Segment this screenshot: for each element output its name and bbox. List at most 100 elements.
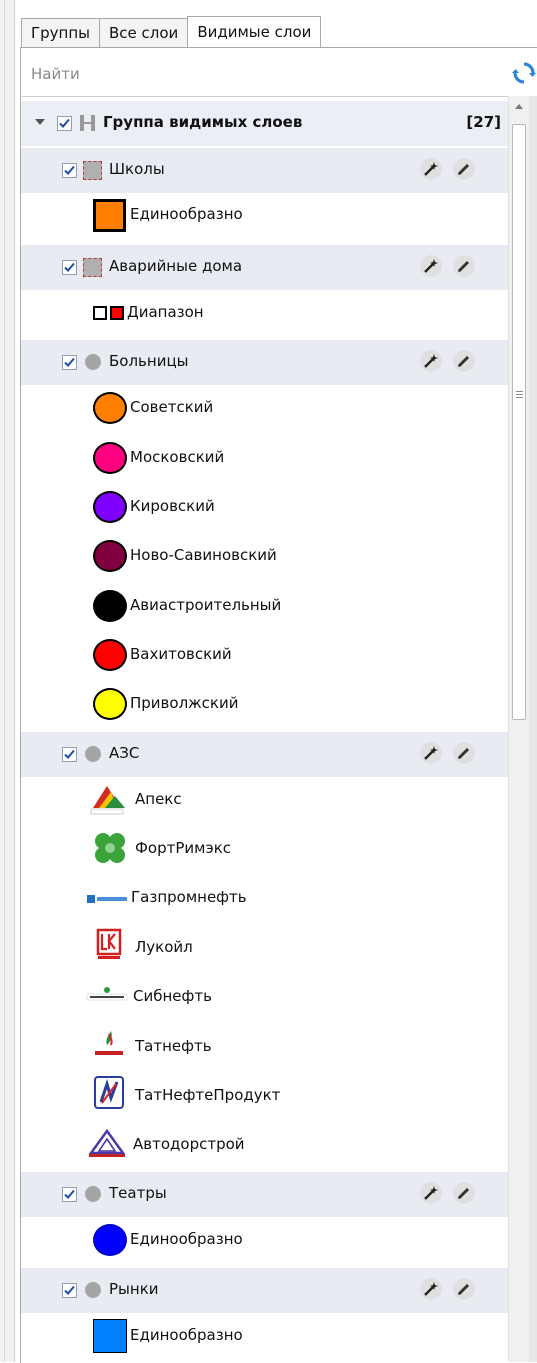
layer-tree: Группа видимых слоев [27] Школы Единообр… — [20, 96, 537, 1363]
legend-item: Апекс — [21, 778, 509, 823]
legend-item: ФортРимэкс — [21, 827, 509, 872]
scroll-up-arrow-icon[interactable] — [515, 104, 523, 109]
apex-logo-icon — [90, 786, 125, 815]
group-label: Группа видимых слоев — [103, 113, 303, 131]
pencil-icon — [457, 747, 470, 760]
legend-item: Единообразно — [21, 193, 509, 238]
legend-item: ТатНефтеПродукт — [21, 1074, 509, 1119]
legend-label: Ново-Савиновский — [130, 546, 277, 564]
legend-swatch — [93, 688, 127, 720]
layer-style-button[interactable] — [420, 1278, 442, 1300]
layer-count: [27] — [466, 113, 501, 131]
legend-item: Лукойл — [21, 926, 509, 971]
refresh-icon[interactable] — [512, 61, 536, 85]
legend-swatch — [93, 590, 127, 622]
layer-row-schools[interactable]: Школы — [21, 148, 509, 193]
legend-swatch — [93, 392, 127, 424]
legend-label: Диапазон — [127, 303, 204, 321]
left-edge — [0, 0, 15, 1362]
group-checkbox[interactable] — [57, 116, 72, 131]
legend-item: Газпромнефть — [21, 876, 509, 921]
wand-icon — [424, 259, 438, 273]
legend-item: Вахитовский — [21, 633, 509, 678]
scroll-thumb[interactable] — [512, 124, 526, 720]
layer-edit-button[interactable] — [453, 742, 475, 764]
legend-label: Единообразно — [130, 1230, 243, 1248]
vertical-scrollbar[interactable] — [508, 96, 530, 1362]
tab-visible-layers[interactable]: Видимые слои — [187, 16, 322, 47]
legend-item: Единообразно — [21, 1218, 509, 1263]
legend-item: Кировский — [21, 485, 509, 530]
tab-all-layers[interactable]: Все слои — [99, 18, 189, 47]
legend-label: Лукойл — [135, 938, 193, 956]
expand-arrow-icon[interactable] — [35, 119, 45, 125]
layer-group-icon — [80, 115, 95, 131]
avtodorstroy-logo-icon — [88, 1128, 126, 1157]
pencil-icon — [457, 355, 470, 368]
layer-edit-button[interactable] — [453, 350, 475, 372]
pencil-icon — [457, 1283, 470, 1296]
point-layer-icon — [85, 1282, 101, 1298]
lukoil-logo-icon — [96, 928, 122, 959]
layer-label: Школы — [109, 160, 165, 178]
layer-checkbox[interactable] — [62, 355, 77, 370]
layer-style-button[interactable] — [420, 742, 442, 764]
tab-groups[interactable]: Группы — [21, 18, 101, 47]
layer-edit-button[interactable] — [453, 255, 475, 277]
range-swatch-red — [110, 306, 124, 320]
layer-checkbox[interactable] — [62, 260, 77, 275]
legend-label: Единообразно — [130, 1326, 243, 1344]
group-row[interactable]: Группа видимых слоев [27] — [21, 101, 509, 146]
polygon-layer-icon — [83, 258, 102, 277]
layer-edit-button[interactable] — [453, 158, 475, 180]
legend-label: Кировский — [130, 497, 215, 515]
layer-row-hospitals[interactable]: Больницы — [21, 340, 509, 385]
layer-checkbox[interactable] — [62, 1283, 77, 1298]
legend-item: Авиастроительный — [21, 584, 509, 629]
tab-strip: Группы Все слои Видимые слои — [21, 16, 322, 48]
layer-checkbox[interactable] — [62, 163, 77, 178]
legend-item: Диапазон — [21, 291, 509, 336]
layer-row-emergency-houses[interactable]: Аварийные дома — [21, 245, 509, 290]
layer-checkbox[interactable] — [62, 747, 77, 762]
layer-row-theaters[interactable]: Театры — [21, 1172, 509, 1217]
layer-style-button[interactable] — [420, 158, 442, 180]
layer-label: АЗС — [109, 744, 140, 762]
right-edge — [529, 96, 537, 1362]
legend-label: Татнефть — [135, 1037, 212, 1055]
point-layer-icon — [85, 746, 101, 762]
layer-label: Театры — [109, 1184, 167, 1202]
legend-swatch — [93, 1319, 127, 1353]
pencil-icon — [457, 163, 470, 176]
wand-icon — [424, 1186, 438, 1200]
legend-swatch — [93, 1224, 127, 1256]
sibneft-logo-icon — [86, 987, 128, 1001]
layer-edit-button[interactable] — [453, 1182, 475, 1204]
legend-swatch — [93, 639, 127, 671]
layer-style-button[interactable] — [420, 350, 442, 372]
pencil-icon — [457, 1187, 470, 1200]
layer-edit-button[interactable] — [453, 1278, 475, 1300]
legend-item: Ново-Савиновский — [21, 534, 509, 579]
search-input[interactable] — [25, 60, 507, 87]
tatnefteprodukt-logo-icon — [94, 1076, 124, 1109]
legend-swatch — [93, 199, 126, 232]
legend-swatch — [93, 442, 127, 474]
range-swatch-white — [93, 306, 107, 320]
point-layer-icon — [85, 1186, 101, 1202]
layer-checkbox[interactable] — [62, 1187, 77, 1202]
layer-row-gas-stations[interactable]: АЗС — [21, 732, 509, 777]
legend-swatch — [93, 540, 127, 572]
wand-icon — [424, 746, 438, 760]
legend-label: Газпромнефть — [131, 888, 247, 906]
wand-icon — [424, 162, 438, 176]
legend-label: Сибнефть — [133, 987, 212, 1005]
layer-label: Рынки — [109, 1280, 159, 1298]
layer-row-markets[interactable]: Рынки — [21, 1268, 509, 1313]
layer-style-button[interactable] — [420, 1182, 442, 1204]
layer-label: Аварийные дома — [109, 257, 243, 275]
layer-style-button[interactable] — [420, 255, 442, 277]
wand-icon — [424, 1282, 438, 1296]
legend-item: Татнефть — [21, 1025, 509, 1070]
pencil-icon — [457, 260, 470, 273]
